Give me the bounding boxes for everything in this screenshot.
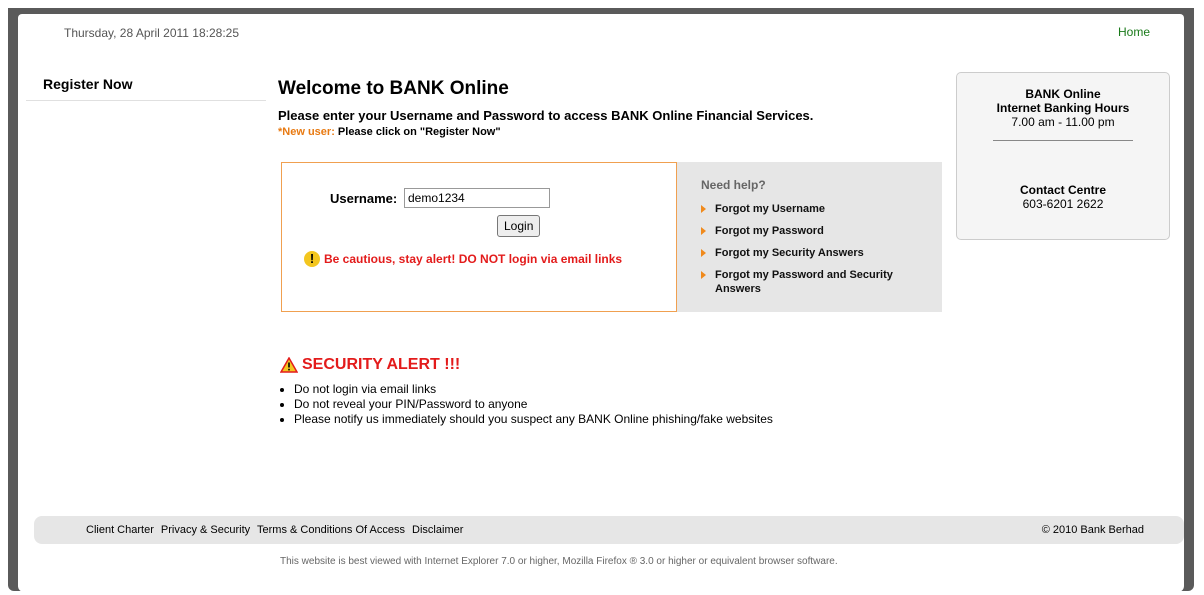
new-user-note: *New user: Please click on "Register Now… bbox=[278, 126, 501, 138]
forgot-password-link[interactable]: Forgot my Password bbox=[701, 224, 931, 238]
arrow-right-icon bbox=[701, 249, 706, 257]
list-item: Do not reveal your PIN/Password to anyon… bbox=[294, 397, 773, 412]
help-link-label: Forgot my Username bbox=[715, 203, 826, 215]
sidebar: Register Now bbox=[26, 76, 266, 101]
help-list: Forgot my Username Forgot my Password Fo… bbox=[701, 202, 931, 304]
welcome-instructions: Please enter your Username and Password … bbox=[278, 108, 814, 123]
home-link[interactable]: Home bbox=[1118, 25, 1150, 39]
hours-title-line-1: BANK Online bbox=[1025, 87, 1101, 101]
forgot-security-answers-link[interactable]: Forgot my Security Answers bbox=[701, 246, 931, 260]
exclamation-icon: ! bbox=[304, 251, 320, 267]
page-container: Thursday, 28 April 2011 18:28:25 Home Re… bbox=[18, 14, 1184, 592]
banking-hours: BANK Online Internet Banking Hours 7.00 … bbox=[957, 87, 1169, 129]
arrow-right-icon bbox=[701, 205, 706, 213]
footer-link-disclaimer[interactable]: Disclaimer bbox=[412, 524, 463, 536]
caution-message: ! Be cautious, stay alert! DO NOT login … bbox=[304, 251, 622, 267]
footer-link-privacy-security[interactable]: Privacy & Security bbox=[161, 524, 250, 536]
help-link-label: Forgot my Security Answers bbox=[715, 247, 864, 259]
help-link-label: Forgot my Password and Security Answers bbox=[715, 269, 893, 295]
info-panel: BANK Online Internet Banking Hours 7.00 … bbox=[956, 72, 1170, 240]
forgot-username-link[interactable]: Forgot my Username bbox=[701, 202, 931, 216]
username-input[interactable] bbox=[404, 188, 550, 208]
help-title: Need help? bbox=[701, 178, 766, 192]
caution-text: Be cautious, stay alert! DO NOT login vi… bbox=[324, 252, 623, 266]
arrow-right-icon bbox=[701, 271, 706, 279]
browser-recommendation: This website is best viewed with Interne… bbox=[280, 556, 838, 567]
page-title: Welcome to BANK Online bbox=[278, 78, 509, 99]
list-item: Do not login via email links bbox=[294, 382, 773, 397]
hours-title-line-2: Internet Banking Hours bbox=[996, 101, 1130, 115]
arrow-right-icon bbox=[701, 227, 706, 235]
copyright: © 2010 Bank Berhad bbox=[1041, 524, 1144, 536]
current-datetime: Thursday, 28 April 2011 18:28:25 bbox=[64, 26, 240, 40]
new-user-text: Please click on "Register Now" bbox=[337, 126, 501, 138]
contact-centre: Contact Centre 603-6201 2622 bbox=[957, 183, 1169, 211]
new-user-label: *New user: bbox=[278, 126, 335, 138]
footer-link-client-charter[interactable]: Client Charter bbox=[86, 524, 154, 536]
footer-link-terms-conditions[interactable]: Terms & Conditions Of Access bbox=[257, 524, 405, 536]
security-alert-list: Do not login via email links Do not reve… bbox=[280, 382, 773, 427]
contact-title: Contact Centre bbox=[1019, 183, 1106, 197]
footer-links: Client Charter Privacy & Security Terms … bbox=[86, 524, 467, 536]
login-button[interactable]: Login bbox=[497, 215, 541, 237]
forgot-password-and-security-answers-link[interactable]: Forgot my Password and Security Answers bbox=[701, 268, 931, 296]
divider bbox=[993, 140, 1133, 141]
list-item: Please notify us immediately should you … bbox=[294, 412, 773, 427]
login-panel: Username: Login ! Be cautious, stay aler… bbox=[281, 162, 677, 312]
warning-triangle-icon bbox=[280, 357, 298, 373]
security-alert-heading: SECURITY ALERT !!! bbox=[280, 356, 460, 374]
sidebar-item-register-now[interactable]: Register Now bbox=[26, 76, 266, 92]
contact-number: 603-6201 2622 bbox=[1022, 197, 1104, 211]
security-alert-title: SECURITY ALERT !!! bbox=[302, 356, 461, 373]
footer-bar: Client Charter Privacy & Security Terms … bbox=[34, 516, 1184, 544]
help-link-label: Forgot my Password bbox=[715, 225, 824, 237]
username-label: Username: bbox=[330, 191, 398, 206]
help-panel: Need help? Forgot my Username Forgot my … bbox=[677, 162, 942, 312]
hours-value: 7.00 am - 11.00 pm bbox=[1011, 115, 1115, 129]
